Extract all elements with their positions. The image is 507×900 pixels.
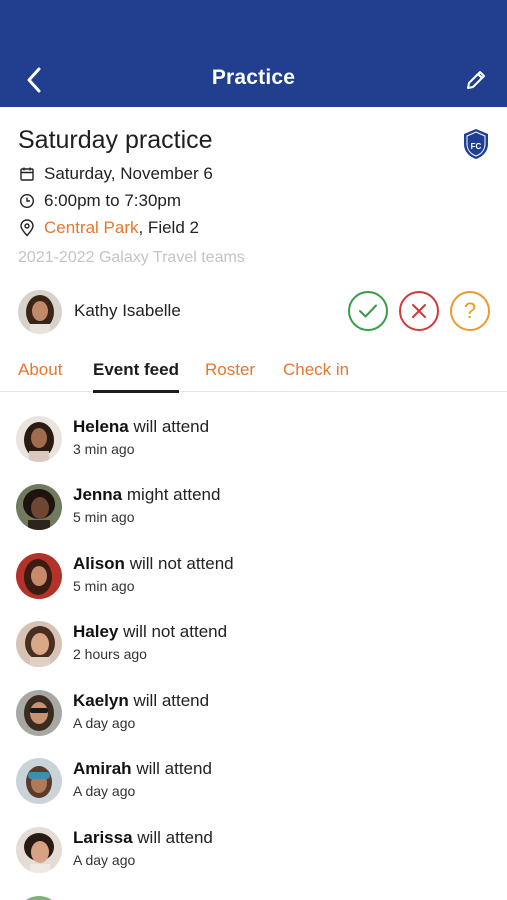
member-name: Kaelyn xyxy=(73,691,129,710)
event-date-row: Saturday, November 6 xyxy=(18,164,213,184)
timestamp: A day ago xyxy=(73,783,136,799)
timestamp: A day ago xyxy=(73,715,136,731)
avatar xyxy=(16,484,62,530)
rsvp-yes-button[interactable] xyxy=(348,291,388,331)
list-item[interactable] xyxy=(16,872,496,900)
location-pin-icon xyxy=(18,219,36,237)
tab-about[interactable]: About xyxy=(18,360,62,392)
teams-label: 2021-2022 Galaxy Travel teams xyxy=(18,249,245,266)
member-name: Larissa xyxy=(73,828,133,847)
avatar xyxy=(16,690,62,736)
rsvp-status: will attend xyxy=(133,691,210,710)
event-time-row: 6:00pm to 7:30pm xyxy=(18,191,181,211)
timestamp: 2 hours ago xyxy=(73,646,147,662)
member-name: Amirah xyxy=(73,759,132,778)
location-link[interactable]: Central Park xyxy=(44,218,138,238)
tab-roster[interactable]: Roster xyxy=(205,360,255,392)
member-name: Helena xyxy=(73,417,129,436)
event-feed-list: Helena will attend 3 min ago Jenna might… xyxy=(0,392,507,900)
timestamp: A day ago xyxy=(73,852,136,868)
tab-event-feed[interactable]: Event feed xyxy=(93,360,179,393)
avatar xyxy=(16,416,62,462)
avatar xyxy=(18,290,62,334)
tab-bar: About Event feed Roster Check in xyxy=(0,352,507,393)
list-item[interactable]: Alison will not attend 5 min ago xyxy=(16,529,496,599)
timestamp: 5 min ago xyxy=(73,578,135,594)
rsvp-status: might attend xyxy=(126,485,221,504)
list-item[interactable]: Larissa will attend A day ago xyxy=(16,803,496,873)
member-name: Alison xyxy=(73,554,125,573)
list-item[interactable]: Amirah will attend A day ago xyxy=(16,734,496,804)
top-app-bar: Practice xyxy=(0,0,507,107)
rsvp-status: will attend xyxy=(133,417,210,436)
calendar-icon xyxy=(18,165,36,183)
svg-text:FC: FC xyxy=(471,142,482,151)
check-icon xyxy=(359,304,377,318)
pencil-icon[interactable] xyxy=(461,64,491,96)
rsvp-status: will attend xyxy=(137,828,213,847)
team-logo: FC xyxy=(463,128,489,160)
avatar xyxy=(16,827,62,873)
list-item[interactable]: Kaelyn will attend A day ago xyxy=(16,666,496,736)
rsvp-maybe-button[interactable]: ? xyxy=(450,291,490,331)
rsvp-row: Kathy Isabelle ? xyxy=(18,290,490,334)
rsvp-status: will attend xyxy=(136,759,212,778)
timestamp: 3 min ago xyxy=(73,441,135,457)
rsvp-no-button[interactable] xyxy=(399,291,439,331)
list-item[interactable]: Haley will not attend 2 hours ago xyxy=(16,597,496,667)
location-detail: , Field 2 xyxy=(138,218,199,237)
avatar xyxy=(16,553,62,599)
event-title: Saturday practice xyxy=(18,126,213,154)
list-item[interactable]: Jenna might attend 5 min ago xyxy=(16,460,496,530)
avatar xyxy=(16,896,62,900)
list-item[interactable]: Helena will attend 3 min ago xyxy=(16,392,496,462)
member-name: Jenna xyxy=(73,485,123,504)
avatar xyxy=(16,621,62,667)
rsvp-status: will not attend xyxy=(123,622,228,641)
member-name: Kathy Isabelle xyxy=(74,301,181,320)
question-mark-icon: ? xyxy=(463,298,477,323)
event-time: 6:00pm to 7:30pm xyxy=(44,191,182,210)
event-date: Saturday, November 6 xyxy=(44,164,213,183)
event-location-row: Central Park , Field 2 xyxy=(18,218,199,238)
tab-check-in[interactable]: Check in xyxy=(283,360,349,392)
page-title: Practice xyxy=(211,66,296,89)
member-name: Haley xyxy=(73,622,119,641)
timestamp: 5 min ago xyxy=(73,509,135,525)
x-icon xyxy=(412,304,426,318)
clock-icon xyxy=(18,192,36,210)
avatar xyxy=(16,758,62,804)
rsvp-status: will not attend xyxy=(129,554,234,573)
